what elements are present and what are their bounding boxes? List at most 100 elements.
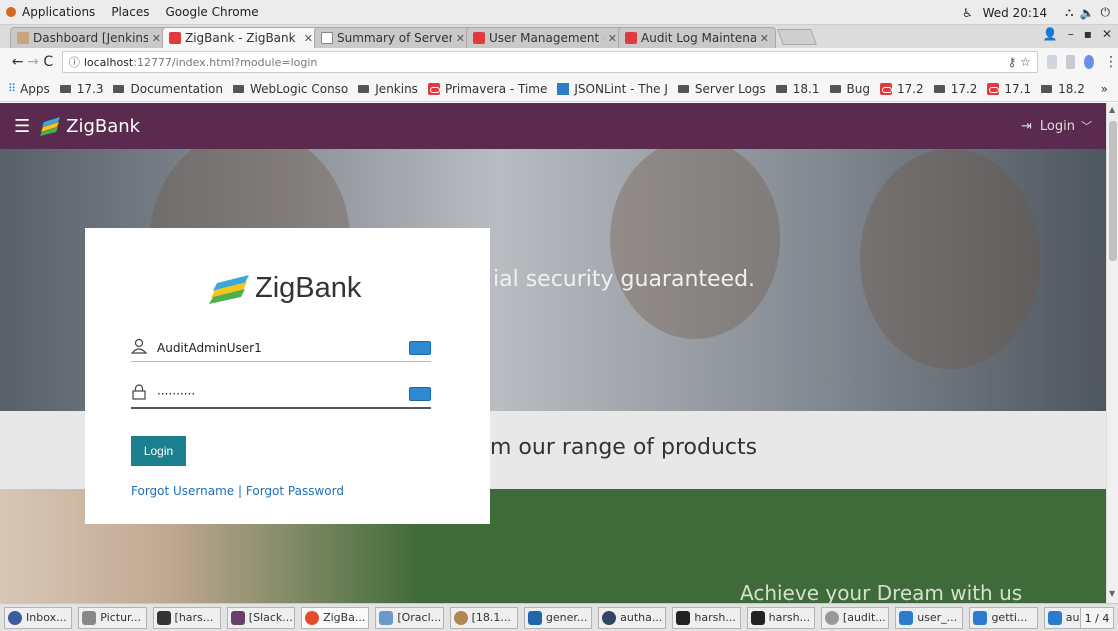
tab-summary-of-servers[interactable]: Summary of Servers ✕ <box>314 27 472 48</box>
applications-menu[interactable]: Applications <box>22 5 95 19</box>
forward-icon[interactable]: → <box>25 54 40 70</box>
star-icon[interactable]: ☆ <box>1020 55 1031 69</box>
forgot-username-link[interactable]: Forgot Username <box>131 484 234 498</box>
virtual-keyboard-icon[interactable] <box>409 387 431 401</box>
link-separator: | <box>234 484 246 498</box>
bookmark-folder[interactable]: Documentation <box>113 82 223 96</box>
zigbank-logo-icon <box>209 274 249 304</box>
jenkins-icon <box>17 32 29 44</box>
bookmark-link[interactable]: 17.1 <box>987 82 1031 96</box>
more-bookmarks-icon[interactable]: » <box>1101 82 1108 96</box>
taskbar-label: [hars... <box>174 611 214 624</box>
username-field[interactable]: AuditAdminUser1 <box>130 334 431 362</box>
taskbar-item[interactable]: [Oracl... <box>375 606 444 629</box>
tab-title: ZigBank - ZigBank <box>185 31 296 45</box>
url-bar[interactable]: ⓘ localhost :12777/index.html?module=log… <box>61 51 1038 73</box>
close-tab-icon[interactable]: ✕ <box>608 32 617 45</box>
taskbar-item[interactable]: autha... <box>598 606 667 629</box>
bookmark-link[interactable]: JSONLint - The J <box>557 82 668 96</box>
bookmark-folder[interactable]: 17.3 <box>59 82 103 96</box>
close-window-icon[interactable]: ✕ <box>1102 27 1112 41</box>
volume-icon[interactable]: 🔈 <box>1080 6 1095 20</box>
eclipse-icon <box>602 610 617 625</box>
taskbar-label: ZigBa... <box>323 611 366 624</box>
app-icon <box>453 610 468 625</box>
network-icon[interactable]: ⛬ <box>1065 5 1073 20</box>
bookmark-folder[interactable]: 18.2 <box>1041 82 1085 96</box>
folder-icon <box>113 84 125 93</box>
login-card: ZigBank AuditAdminUser1 ·········· Login… <box>85 228 490 524</box>
accessibility-icon[interactable]: ♿ <box>962 6 973 20</box>
scroll-up-icon[interactable]: ▲ <box>1109 105 1115 114</box>
bookmark-link[interactable]: Primavera - Time <box>427 82 547 96</box>
page-scrollbar[interactable]: ▲ ▼ <box>1106 103 1118 603</box>
products-heading: m our range of products <box>490 435 758 460</box>
tab-title: Summary of Servers <box>337 31 452 45</box>
taskbar-item-active[interactable]: ZigBa... <box>301 606 370 629</box>
power-icon[interactable]: ⏻ <box>1101 5 1111 20</box>
taskbar-item[interactable]: [audit... <box>820 606 890 629</box>
bookmark-folder[interactable]: Bug <box>829 82 870 96</box>
new-tab-button[interactable] <box>777 29 817 45</box>
bookmark-folder[interactable]: 17.2 <box>933 82 977 96</box>
bookmark-folder[interactable]: 18.1 <box>775 82 820 96</box>
terminal-icon <box>750 610 765 625</box>
taskbar-item[interactable]: Pictur... <box>78 606 147 629</box>
extension-shield-icon[interactable] <box>1084 55 1094 69</box>
app-icon <box>824 610 839 625</box>
close-tab-icon[interactable]: ✕ <box>152 32 161 45</box>
workspace-pager[interactable]: 1 / 4 <box>1080 607 1114 629</box>
folder-icon <box>933 84 945 93</box>
bookmark-folder[interactable]: Jenkins <box>358 82 418 96</box>
tab-dashboard-jenkins[interactable]: Dashboard [Jenkins] ✕ <box>10 27 168 48</box>
key-icon[interactable]: ⚷ <box>1007 55 1016 69</box>
scrollbar-thumb[interactable] <box>1109 121 1117 261</box>
back-icon[interactable]: ← <box>10 54 25 70</box>
bookmark-link[interactable]: 17.2 <box>879 82 924 96</box>
tab-audit-log[interactable]: Audit Log Maintenar ✕ <box>618 27 776 48</box>
close-tab-icon[interactable]: ✕ <box>304 32 313 45</box>
taskbar-item[interactable]: gener... <box>523 606 593 629</box>
chrome-app-menu[interactable]: Google Chrome <box>165 5 258 19</box>
taskbar: Inbox... Pictur... [hars... [Slack... Zi… <box>0 603 1118 631</box>
places-menu[interactable]: Places <box>111 5 149 19</box>
login-button[interactable]: Login <box>131 436 186 466</box>
taskbar-item[interactable]: [18.1... <box>449 606 518 629</box>
bookmark-folder[interactable]: Server Logs <box>677 82 766 96</box>
extension-icon[interactable] <box>1046 55 1057 69</box>
taskbar-item[interactable]: harsh... <box>746 606 815 629</box>
chrome-menu-icon[interactable]: ⋮ <box>1104 54 1118 70</box>
tab-user-management[interactable]: User Management - ✕ <box>466 27 624 48</box>
minimize-icon[interactable]: – <box>1068 27 1074 41</box>
header-brand[interactable]: ZigBank <box>66 116 140 137</box>
oracle-icon <box>879 82 892 95</box>
bookmark-folder[interactable]: WebLogic Conso <box>233 82 348 96</box>
taskbar-item[interactable]: [Slack... <box>226 606 296 629</box>
taskbar-item[interactable]: getti... <box>969 606 1038 629</box>
document-icon <box>321 32 333 44</box>
taskbar-item[interactable]: harsh... <box>672 606 741 629</box>
info-icon[interactable]: ⓘ <box>69 54 80 70</box>
taskbar-item[interactable]: [hars... <box>152 606 221 629</box>
folder-icon <box>829 84 841 93</box>
tab-zigbank[interactable]: ZigBank - ZigBank ✕ <box>162 27 320 48</box>
hamburger-menu-icon[interactable]: ☰ <box>14 116 30 137</box>
clock[interactable]: Wed 20:14 <box>983 6 1048 20</box>
close-tab-icon[interactable]: ✕ <box>760 32 769 45</box>
password-field[interactable]: ·········· <box>131 381 431 409</box>
extension-k-icon[interactable] <box>1065 55 1076 69</box>
profile-icon[interactable]: 👤 <box>1043 27 1058 41</box>
header-login-menu[interactable]: ⇥ Login ﹀ <box>1021 118 1092 134</box>
virtual-keyboard-icon[interactable] <box>409 340 431 355</box>
taskbar-item[interactable]: Inbox... <box>4 606 73 629</box>
close-tab-icon[interactable]: ✕ <box>456 32 465 45</box>
oracle-icon <box>427 82 440 95</box>
reload-icon[interactable]: C <box>41 54 56 70</box>
taskbar-item[interactable]: user_... <box>895 606 964 629</box>
chrome-icon <box>305 610 320 625</box>
maximize-icon[interactable]: ▪ <box>1084 27 1092 41</box>
forgot-password-link[interactable]: Forgot Password <box>246 484 344 498</box>
password-value: ·········· <box>157 387 196 401</box>
scroll-down-icon[interactable]: ▼ <box>1109 589 1115 598</box>
bookmark-apps[interactable]: ⠿ Apps <box>8 82 50 96</box>
